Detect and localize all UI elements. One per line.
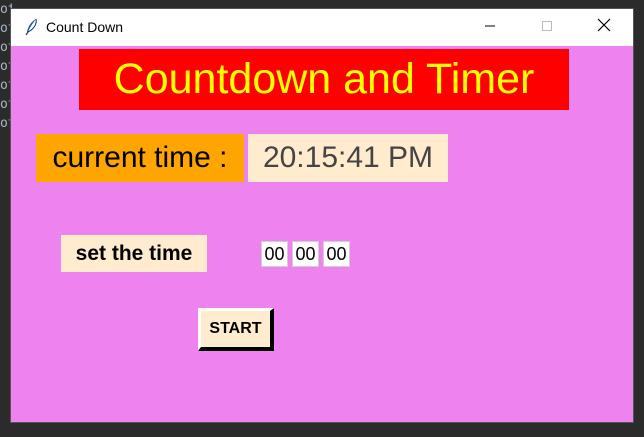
window-title: Count Down	[46, 19, 124, 35]
minimize-icon	[484, 19, 496, 37]
close-icon	[597, 18, 611, 37]
app-heading: Countdown and Timer	[79, 49, 569, 110]
set-time-label: set the time	[61, 235, 207, 272]
title-bar[interactable]: Count Down	[11, 9, 633, 46]
current-time-value: 20:15:41 PM	[248, 134, 448, 182]
minutes-input[interactable]	[292, 241, 319, 267]
app-window: Count Down Countdown and Timer current t…	[11, 9, 633, 422]
maximize-icon	[541, 19, 553, 37]
seconds-input[interactable]	[323, 241, 350, 267]
maximize-button[interactable]	[519, 9, 575, 46]
start-button[interactable]: START	[198, 308, 274, 351]
hours-input[interactable]	[261, 241, 288, 267]
close-button[interactable]	[576, 9, 632, 46]
feather-icon	[25, 18, 39, 36]
current-time-label: current time :	[36, 134, 244, 182]
minimize-button[interactable]	[462, 9, 518, 46]
